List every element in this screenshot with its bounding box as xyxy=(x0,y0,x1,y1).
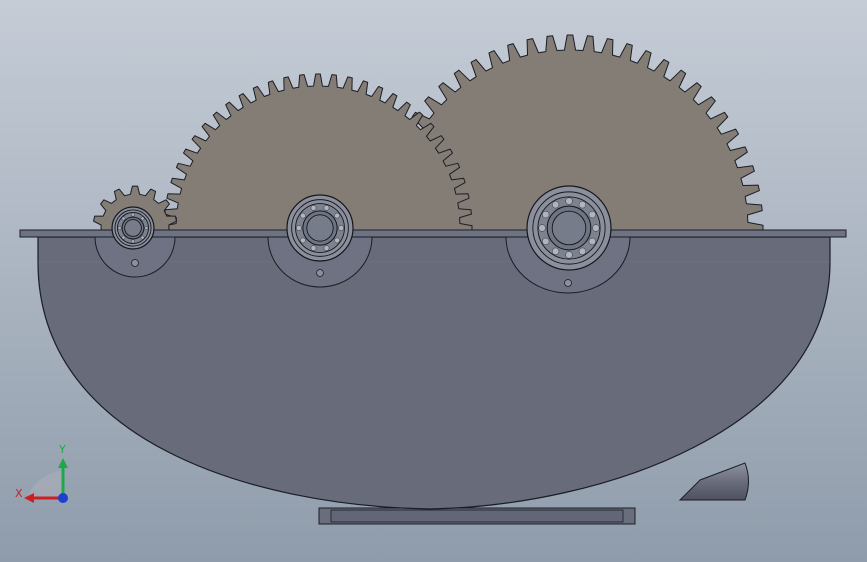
bolt-hole-icon xyxy=(316,269,324,277)
triad-x-label: X xyxy=(15,487,23,500)
bearing-2[interactable] xyxy=(526,185,612,271)
graphics-viewport[interactable]: Y X xyxy=(0,0,867,562)
triad-z-axis-icon xyxy=(58,493,68,503)
triad-y-label: Y xyxy=(59,443,66,456)
housing-base-foot-inner xyxy=(330,509,624,523)
bearing-1[interactable] xyxy=(286,194,354,262)
cad-model-scene[interactable] xyxy=(0,0,867,562)
bolt-hole-icon xyxy=(564,279,572,287)
bolt-hole-icon xyxy=(131,259,139,267)
bearing-0[interactable] xyxy=(111,206,155,250)
